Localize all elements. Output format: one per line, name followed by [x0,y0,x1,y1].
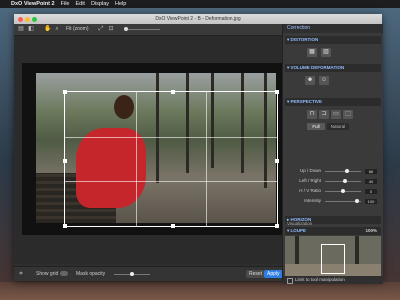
panel-header: Correction [283,24,383,33]
up-down-slider-thumb[interactable] [345,169,350,173]
crop-handle-top-right[interactable] [275,90,279,94]
section-loupe[interactable]: ▾ LOUPE 100% [285,227,381,235]
zoom-slider-thumb[interactable] [124,27,128,31]
title-bar: DxO ViewPoint 2 - B - Deformation.jpg [14,14,382,24]
chevron-down-icon: ▾ [287,37,290,42]
hv-ratio-value[interactable]: 0 [365,189,377,194]
slider-label: Up / Down [299,168,321,173]
barrel-icon[interactable]: ▦ [307,48,317,57]
crop-handle-bottom[interactable] [171,224,175,228]
menu-help[interactable]: Help [115,0,126,8]
chevron-down-icon: ▾ [287,99,290,104]
window-title: DxO ViewPoint 2 - B - Deformation.jpg [155,16,241,22]
mode-natural[interactable]: Natural [327,123,349,130]
toolbar: ▤ ◧ ✋ ⌕ Fit (zoom) ⤢ ⊡ [14,24,282,36]
left-right-value[interactable]: 40 [365,179,377,184]
apply-button[interactable]: Apply [264,270,283,278]
dock-area [0,282,400,300]
zoom-icon[interactable]: ⌕ [54,26,60,32]
perspective-crop-frame[interactable] [63,90,279,228]
reset-button[interactable]: Reset [246,270,266,278]
pincushion-icon[interactable]: ▧ [321,48,331,57]
crop-handle-bottom-right[interactable] [275,224,279,228]
app-menu[interactable]: DxO ViewPoint 2 [11,0,55,8]
chevron-down-icon: ▾ [287,228,290,233]
section-distortion[interactable]: ▾ DISTORTION [285,36,381,44]
zoom-slider[interactable] [126,29,160,30]
intensity-slider-thumb[interactable] [355,199,360,203]
sidebar-icon[interactable]: ▤ [18,26,24,32]
mask-opacity-label: Mask opacity [76,271,106,277]
hv-ratio-slider-thumb[interactable] [341,189,345,193]
mode-full[interactable]: Full [307,123,325,130]
loupe-preview [285,236,381,276]
grid-line [65,136,277,138]
loupe-zoom[interactable]: 100% [365,227,377,235]
menu-display[interactable]: Display [91,0,109,8]
fit-icon[interactable]: ⤢ [98,26,104,32]
crop-handle-left[interactable] [63,159,67,163]
section-perspective-label: PERSPECTIVE [290,99,323,104]
section-perspective[interactable]: ▾ PERSPECTIVE [285,98,381,106]
menu-edit[interactable]: Edit [75,0,84,8]
slider-label: H / V Ratio [299,188,321,193]
hand-icon[interactable]: ✋ [44,26,51,32]
section-volume-label: VOLUME DEFORMATION [290,65,345,70]
visualization-label: Visualization [287,221,313,226]
horizontal-perspective-icon[interactable]: ⊐ [319,110,329,119]
crop-handle-right[interactable] [275,159,279,163]
mask-opacity-thumb[interactable] [130,272,134,276]
grid-line [65,181,277,183]
menu-bar: DxO ViewPoint 2 File Edit Display Help [0,0,400,8]
slider-label: Intensity [304,198,321,203]
bottom-bar: ⌗ Show grid Mask opacity Reset Apply [14,266,283,281]
app-window: DxO ViewPoint 2 - B - Deformation.jpg ▤ … [14,14,383,284]
up-down-slider[interactable] [325,171,361,172]
menu-file[interactable]: File [61,0,70,8]
limit-label: Limit to tool manipulation [295,277,345,282]
left-right-slider-thumb[interactable] [342,179,347,183]
chevron-down-icon: ▾ [287,65,290,70]
loupe-focus-frame [321,244,345,274]
section-loupe-label: LOUPE [290,228,307,233]
intensity-value[interactable]: 100 [365,199,377,204]
grid-line [135,92,137,226]
limit-checkbox[interactable] [287,278,293,284]
section-volume-deformation[interactable]: ▾ VOLUME DEFORMATION [285,64,381,72]
crop-handle-bottom-left[interactable] [63,224,67,228]
diagonal-volume-icon[interactable]: ☺ [319,76,329,85]
show-grid-toggle[interactable] [60,271,68,276]
horizontal-volume-icon[interactable]: ☻ [305,76,315,85]
up-down-value[interactable]: 66 [365,169,377,174]
crop-handle-top[interactable] [171,90,175,94]
correction-panel: Correction ▾ DISTORTION ▦ ▧ ▾ VOLUME DEF… [282,24,383,284]
limit-to-tool-row: Limit to tool manipulation [283,276,383,284]
show-grid-label: Show grid [36,271,59,277]
rectangle-perspective-icon[interactable]: ▭ [331,110,341,119]
actual-size-icon[interactable]: ⊡ [108,26,114,32]
panel-title: Correction [287,25,311,31]
crop-tool-icon[interactable]: ⌗ [18,271,24,277]
section-distortion-label: DISTORTION [290,37,319,42]
grid-line [206,92,208,226]
slider-label: Left / Right [299,178,321,183]
eight-point-perspective-icon[interactable]: ⬚ [343,110,353,119]
crop-handle-top-left[interactable] [63,90,67,94]
compare-icon[interactable]: ◧ [28,26,34,32]
zoom-select[interactable]: Fit (zoom) [66,24,89,35]
vertical-perspective-icon[interactable]: ⊓ [307,110,317,119]
